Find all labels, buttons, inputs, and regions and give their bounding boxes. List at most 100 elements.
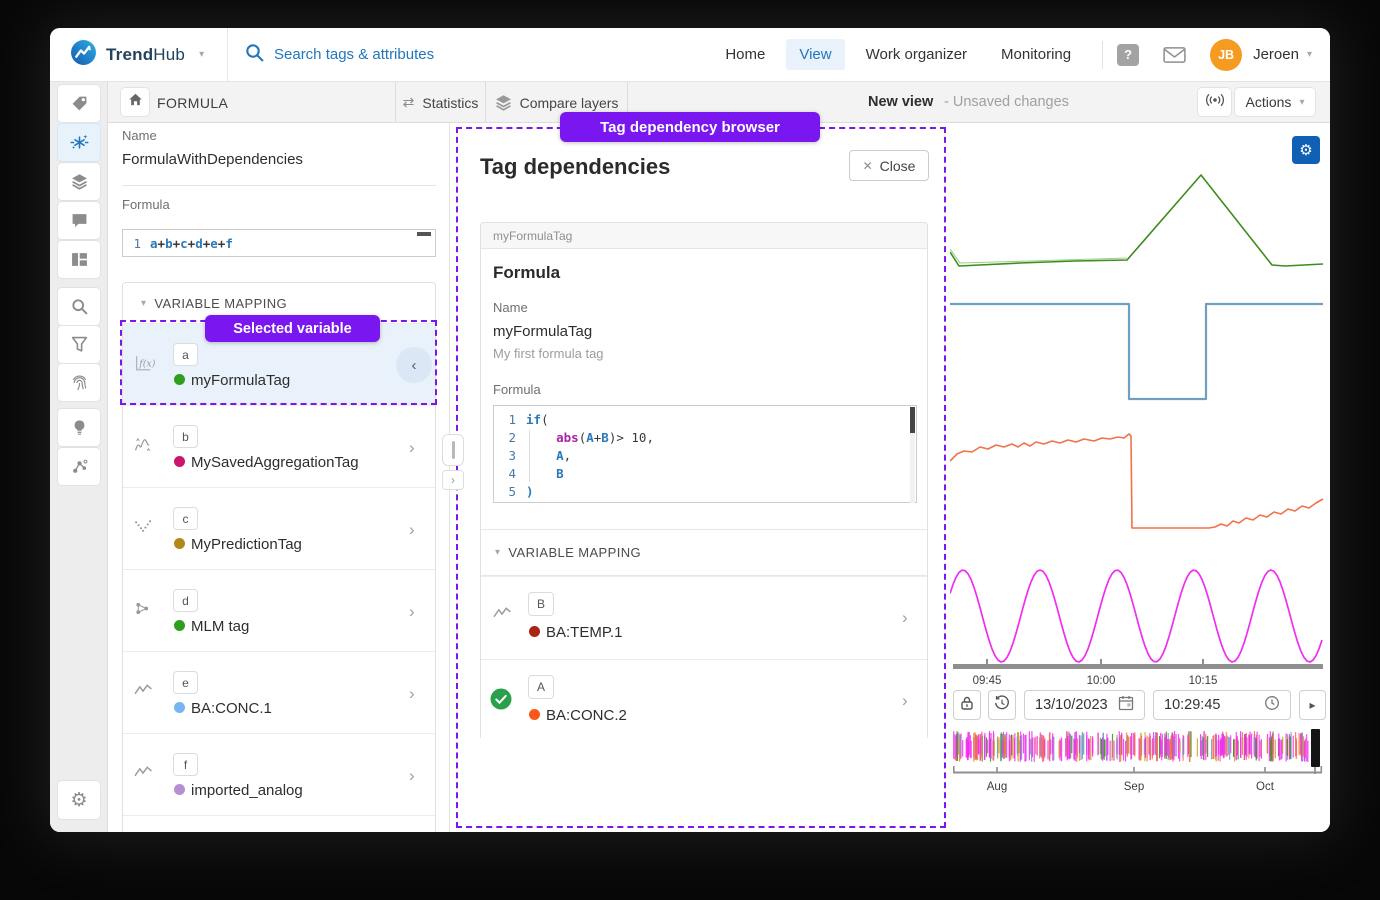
rail-search-button[interactable] [57,287,101,326]
code-line: 5) [494,483,916,501]
variable-key-badge: b [173,425,198,448]
formula-code-editor[interactable]: 1a+b+c+d+e+f [122,229,436,257]
rail-layers-button[interactable] [57,162,101,201]
variable-mapping-card: ▾ VARIABLE MAPPING f(x)amyFormulaTag‹bMy… [122,282,436,832]
code-line: 1if( [494,411,916,429]
collapse-caret-icon: ▾ [495,547,500,558]
trend-series-magenta[interactable] [950,570,1322,662]
chevron-right-icon[interactable]: › [902,692,908,709]
rail-settings-button[interactable]: ⚙ [57,780,101,820]
chevron-right-icon[interactable]: › [409,767,415,784]
tab-statistics[interactable]: ⇄ Statistics [395,82,485,123]
dep-variable-row-B[interactable]: BBA:TEMP.1› [481,576,927,659]
trend-series-orange[interactable] [950,434,1323,528]
variable-row-c[interactable]: c MyPredictionTag › [123,487,435,569]
live-mode-button[interactable] [1198,88,1231,116]
name-label: Name [122,128,157,143]
panel-resize-handle[interactable] [442,434,464,466]
variable-key-badge: c [173,507,198,530]
variable-row-e[interactable]: eBA:CONC.1› [123,651,435,733]
time-tick-label: 09:45 [973,675,1002,687]
tag-name: BA:CONC.1 [191,700,272,717]
history-button[interactable] [988,690,1016,720]
panel-title: Tag dependencies [480,154,670,180]
tag-name: BA:CONC.2 [546,707,627,724]
lock-timerange-button[interactable] [953,690,981,720]
user-name[interactable]: Jeroen [1253,46,1299,63]
user-menu-caret-icon[interactable]: ▾ [1307,49,1312,60]
dependency-code-editor[interactable]: 1if(2 abs(A+B)> 10,3 A,4 B5) [493,405,917,503]
code-scrollbar-track [910,407,915,503]
dep-variable-mapping-header[interactable]: ▾ VARIABLE MAPPING [481,529,927,576]
tag-color-dot [174,456,185,467]
avatar[interactable]: JB [1210,39,1242,71]
rail-formula-button[interactable] [57,123,101,162]
actions-button[interactable]: Actions▾ [1235,88,1315,116]
trend-series-green[interactable] [950,175,1323,266]
nav-work-organizer[interactable]: Work organizer [853,39,980,70]
month-tick-label: Oct [1256,781,1275,793]
rail-comment-button[interactable] [57,201,101,240]
brand-block[interactable]: TrendHub ▾ [50,28,228,81]
dashboard-icon [71,251,88,268]
tag-color-dot [174,702,185,713]
tag-color-dot [174,620,185,631]
step-forward-button[interactable]: ▸ [1299,690,1326,720]
rail-tag-button[interactable] [57,84,101,123]
chevron-right-icon[interactable]: › [902,609,908,626]
home-context-button[interactable] [121,88,149,116]
rail-fingerprint-button[interactable] [57,363,101,402]
nav-view[interactable]: View [786,39,844,70]
formula-tag-icon: f(x) [134,354,155,378]
selected-variable-callout: Selected variable [205,315,380,342]
help-button[interactable]: ? [1117,44,1139,66]
variable-row-b[interactable]: bMySavedAggregationTag› [123,405,435,487]
lock-icon [959,695,975,716]
context-range-handle[interactable] [1311,729,1320,767]
left-icon-rail: ⚙ [50,82,108,832]
global-search-input[interactable]: Search tags & attributes [228,43,708,66]
actions-caret-icon: ▾ [1299,97,1304,108]
nav-home[interactable]: Home [712,39,778,70]
trend-chart[interactable]: 09:4510:0010:15AugSepOct [950,123,1330,832]
trend-series-blue[interactable] [950,304,1323,399]
app-window: TrendHub ▾ Search tags & attributes Home… [50,28,1330,832]
mlm-tag-icon [134,600,151,622]
search-placeholder: Search tags & attributes [274,46,434,63]
rail-filter-button[interactable] [57,325,101,364]
code-scrollbar-thumb[interactable] [417,232,431,236]
rail-dashboard-button[interactable] [57,240,101,279]
dep-variable-row-A[interactable]: ABA:CONC.2› [481,659,927,742]
nav-monitoring[interactable]: Monitoring [988,39,1084,70]
collapse-variable-button[interactable]: ‹ [396,347,432,383]
time-input[interactable]: 10:29:45 [1153,690,1291,720]
chevron-right-icon[interactable]: › [409,603,415,620]
tag-icon [71,95,88,112]
rail-graph-nodes-button[interactable] [57,447,101,486]
nav-divider [1102,41,1103,69]
rail-lightbulb-button[interactable] [57,408,101,447]
tag-name: imported_analog [191,782,303,799]
context-strip[interactable] [954,731,1308,762]
time-tick-label: 10:00 [1087,675,1116,687]
view-name: New view [868,94,933,110]
code-scrollbar-thumb[interactable] [910,407,915,433]
month-axis-line [953,772,1322,774]
mail-button[interactable] [1163,46,1186,64]
calendar-icon [1118,695,1134,715]
tag-name: MyPredictionTag [191,536,302,553]
variable-row-d[interactable]: dMLM tag› [123,569,435,651]
panel-expand-button[interactable]: › [442,470,464,490]
brand-caret-icon[interactable]: ▾ [199,49,204,60]
chevron-right-icon[interactable]: › [409,439,415,456]
close-button[interactable]: ✕ Close [849,150,929,181]
chart-settings-button[interactable]: ⚙ [1292,136,1320,164]
formula-name-value: FormulaWithDependencies [122,151,303,168]
date-input[interactable]: 13/10/2023 [1024,690,1145,720]
chevron-right-icon[interactable]: › [409,521,415,538]
chevron-right-icon[interactable]: › [409,685,415,702]
dep-formula-label: Formula [493,382,541,397]
code-line: 2 abs(A+B)> 10, [494,429,916,447]
time-axis-bar[interactable] [953,664,1323,669]
variable-row-f[interactable]: fimported_analog› [123,733,435,815]
